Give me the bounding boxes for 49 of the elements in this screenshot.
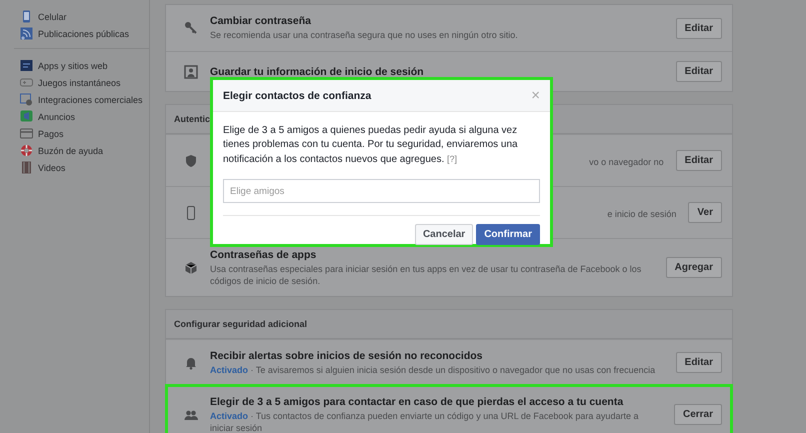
action-button[interactable]: Cerrar [674, 404, 722, 425]
setting-description: Activado · Tus contactos de confianza pueden enviarte un código y una URL de Facebook para ayudarte a iniciar sesión [210, 410, 640, 433]
setting-title: Guardar tu información de inicio de sesión [210, 66, 425, 78]
setting-title: Contraseñas de apps [210, 248, 318, 260]
sidebar-item[interactable]: Buzón de ayuda [20, 142, 149, 159]
sidebar-item[interactable]: Anuncios [20, 108, 149, 125]
sidebar-item[interactable]: Videos [20, 159, 149, 176]
sidebar-item[interactable]: Apps y sitios web [20, 57, 149, 74]
setting-description: Se recomienda usar una contraseña segura que no uses en ningún otro sitio. [210, 29, 519, 41]
help-link[interactable]: [?] [447, 154, 458, 164]
action-button[interactable]: Editar [676, 18, 722, 38]
setting-description: e inicio de sesión [607, 208, 676, 218]
feed-icon [20, 27, 33, 40]
card-icon [20, 127, 33, 140]
cube-icon [184, 260, 198, 274]
confirm-button[interactable]: Confirmar [476, 224, 540, 245]
setting-title: Recibir alertas sobre inicios de sesión no reconocidos [210, 350, 484, 362]
setting-description: vo o navegador no [589, 156, 664, 166]
action-button[interactable]: Editar [676, 150, 722, 171]
dialog-title: Elegir contactos de confianza [223, 90, 372, 102]
shield-icon [184, 154, 198, 168]
megaphone-icon [20, 110, 33, 123]
action-button[interactable]: Editar [676, 61, 722, 82]
action-button[interactable]: Editar [676, 352, 722, 373]
window-icon [20, 59, 33, 72]
friends-input-field[interactable]: Elige amigos [223, 179, 540, 203]
sidebar-item[interactable]: Celular [20, 8, 149, 25]
person-frame-icon [184, 64, 198, 78]
gear-window-icon [20, 93, 33, 106]
bell-icon [184, 356, 198, 370]
lifebuoy-icon [20, 144, 33, 157]
action-button[interactable]: Agregar [666, 257, 722, 278]
sidebar-item[interactable]: Juegos instantáneos [20, 74, 149, 91]
phone-icon [184, 206, 198, 220]
section-header: Configurar seguridad adicional [166, 310, 732, 339]
setting-description: Activado · Te avisaremos si alguien inicia sesión desde un dispositivo o navegador que no usas con frecuencia [210, 364, 656, 376]
people-icon [184, 408, 198, 422]
sidebar-item[interactable]: Pagos [20, 125, 149, 142]
phone-icon [20, 10, 33, 23]
action-button[interactable]: Ver [688, 202, 722, 223]
setting-title: Cambiar contraseña [210, 15, 312, 27]
sidebar-item[interactable]: Publicaciones públicas [20, 25, 149, 42]
setting-description: Usa contraseñas especiales para iniciar sesión en tus apps en vez de usar tu contraseña de Facebook o los códigos de inicio de sesión. [210, 262, 642, 286]
gamepad-icon [20, 76, 33, 89]
cancel-button[interactable]: Cancelar [414, 224, 474, 245]
sidebar-item[interactable]: Integraciones comerciales [20, 91, 149, 108]
setting-title: Elegir de 3 a 5 amigos para contactar en caso de que pierdas el acceso a tu cuenta [210, 396, 624, 408]
key-icon [184, 21, 198, 35]
film-icon [20, 161, 33, 174]
